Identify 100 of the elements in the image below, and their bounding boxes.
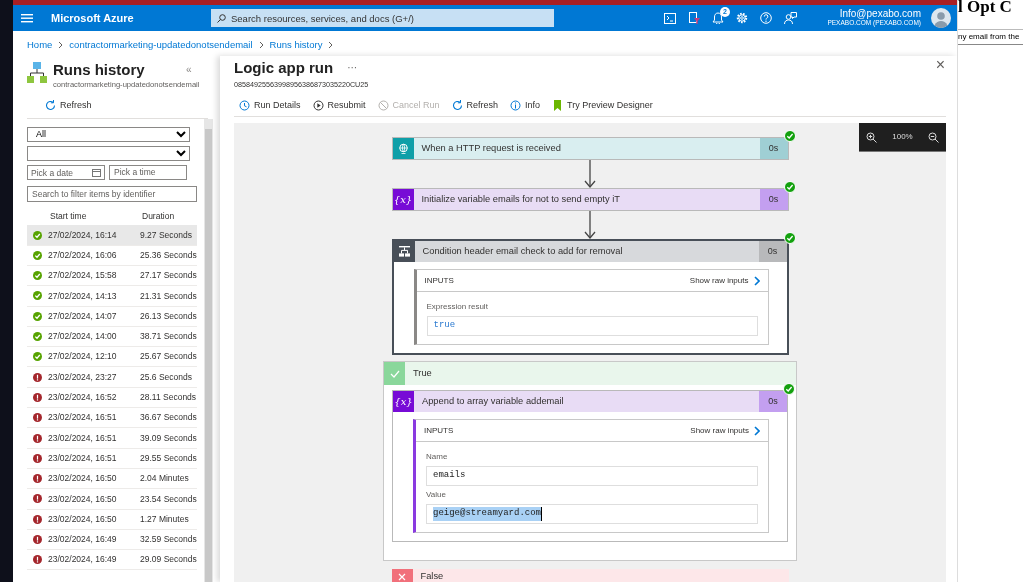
settings-icon[interactable] bbox=[736, 12, 748, 24]
toolbar-button[interactable]: Refresh bbox=[451, 98, 499, 113]
run-row[interactable]: 23/02/2024, 16:49 29.09 Seconds bbox=[27, 550, 197, 571]
bookmark-icon bbox=[552, 99, 564, 111]
duration: 36.67 Seconds bbox=[140, 411, 197, 425]
toolbar-button[interactable]: Resubmit bbox=[312, 98, 366, 113]
show-raw-inputs-link[interactable]: Show raw inputs bbox=[690, 424, 760, 437]
chevron-icon bbox=[753, 275, 760, 286]
value-field[interactable]: emails bbox=[426, 466, 758, 487]
help-icon[interactable] bbox=[760, 12, 772, 24]
zoom-in-icon[interactable] bbox=[866, 131, 878, 143]
value-field[interactable]: geige@streamyard.com bbox=[426, 504, 758, 525]
run-row[interactable]: 27/02/2024, 16:06 25.36 Seconds bbox=[27, 245, 197, 266]
duration-label: 0s bbox=[759, 391, 787, 413]
duration: 29.55 Seconds bbox=[140, 451, 197, 465]
column-header: Duration bbox=[142, 209, 175, 223]
toolbar-button[interactable]: Try Preview Designer bbox=[552, 98, 653, 113]
run-row[interactable]: 23/02/2024, 16:50 23.54 Seconds bbox=[27, 489, 197, 510]
run-row[interactable]: 23/02/2024, 16:51 39.09 Seconds bbox=[27, 428, 197, 449]
search-field[interactable]: Search resources, services, and docs (G+/) bbox=[211, 9, 554, 27]
filter-search-field[interactable]: Search to filter items by identifier bbox=[27, 185, 197, 202]
duration: 1.27 Minutes bbox=[140, 512, 189, 526]
cancel-icon bbox=[377, 99, 389, 111]
run-row[interactable]: 27/02/2024, 14:00 38.71 Seconds bbox=[27, 326, 197, 348]
variable-icon: {x} bbox=[392, 189, 414, 211]
chevron-icon bbox=[258, 41, 264, 50]
action-card[interactable]: {x} Initialize variable emails for not to send empty iT 0s bbox=[391, 188, 789, 212]
start-time: 23/02/2024, 23:27 bbox=[48, 370, 118, 384]
duration: 39.09 Seconds bbox=[140, 431, 197, 445]
brand-name[interactable]: Microsoft Azure bbox=[51, 9, 201, 27]
zoom-level: 100% bbox=[892, 131, 913, 144]
action-title: Condition header email check to add for removal bbox=[421, 244, 624, 258]
run-row[interactable]: 23/02/2024, 16:49 32.59 Seconds bbox=[27, 529, 197, 551]
branch-label: False bbox=[419, 570, 445, 582]
cloud-shell-icon[interactable] bbox=[664, 12, 676, 24]
cross-icon bbox=[398, 573, 406, 582]
notifications-icon[interactable] bbox=[712, 12, 724, 24]
action-card[interactable]: {x} Append to array variable addemail 0s INPUTS Show raw inputs Name emails Value geige@streamyard.com bbox=[392, 390, 788, 543]
date-field[interactable]: Pick a date bbox=[27, 165, 105, 181]
value-field[interactable]: true bbox=[426, 316, 758, 337]
toolbar-button[interactable]: Run Details bbox=[239, 98, 301, 113]
chevron-icon bbox=[328, 41, 334, 50]
run-row[interactable]: 27/02/2024, 15:58 27.17 Seconds bbox=[27, 266, 197, 287]
field-label: Name bbox=[426, 451, 449, 464]
close-button[interactable]: × bbox=[935, 57, 945, 74]
branch-header[interactable]: True bbox=[384, 362, 796, 386]
more-button[interactable]: ··· bbox=[347, 60, 358, 76]
duration: 26.13 Seconds bbox=[140, 309, 197, 323]
collapse-button[interactable]: « bbox=[185, 62, 192, 78]
run-row[interactable]: 27/02/2024, 12:10 25.67 Seconds bbox=[27, 347, 197, 368]
refresh-button[interactable]: Refresh bbox=[45, 99, 92, 113]
run-row[interactable]: 23/02/2024, 16:50 1.27 Minutes bbox=[27, 509, 197, 530]
duration-label: 0s bbox=[759, 138, 788, 160]
inputs-heading: INPUTS bbox=[424, 274, 454, 287]
action-header[interactable]: Condition header email check to add for removal 0s bbox=[393, 241, 787, 263]
filter-dropdown[interactable] bbox=[27, 145, 190, 161]
resubmit-icon bbox=[312, 99, 324, 111]
action-title: Append to array variable addemail bbox=[421, 394, 565, 408]
breadcrumb-link[interactable]: Runs history bbox=[269, 38, 323, 53]
branch-header[interactable]: False bbox=[391, 569, 789, 582]
run-row[interactable]: 23/02/2024, 16:52 28.11 Seconds bbox=[27, 387, 197, 409]
zoom-out-icon[interactable] bbox=[927, 131, 939, 143]
action-header[interactable]: {x} Append to array variable addemail 0s bbox=[393, 391, 787, 413]
duration: 23.54 Seconds bbox=[140, 492, 197, 506]
breadcrumb-link[interactable]: contractormarketing-updatedonotsendemail bbox=[69, 38, 253, 53]
directory-filter-icon[interactable] bbox=[688, 12, 700, 24]
duration-label: 0s bbox=[759, 189, 788, 211]
action-card[interactable]: When a HTTP request is received 0s bbox=[391, 137, 789, 161]
start-time: 27/02/2024, 14:00 bbox=[48, 330, 118, 343]
breadcrumb-link[interactable]: Home bbox=[27, 38, 53, 53]
run-row[interactable]: 23/02/2024, 23:27 25.6 Seconds bbox=[27, 367, 197, 388]
status-filter[interactable]: All bbox=[27, 126, 190, 142]
run-row[interactable]: 27/02/2024, 16:14 9.27 Seconds bbox=[27, 225, 197, 246]
duration: 32.59 Seconds bbox=[140, 533, 197, 546]
run-row[interactable]: 27/02/2024, 14:13 21.31 Seconds bbox=[27, 286, 197, 307]
avatar[interactable] bbox=[931, 8, 951, 28]
clock-icon bbox=[239, 99, 250, 111]
run-row[interactable]: 23/02/2024, 16:51 29.55 Seconds bbox=[27, 448, 197, 469]
duration: 2.04 Minutes bbox=[140, 472, 189, 485]
start-time: 27/02/2024, 12:10 bbox=[48, 350, 118, 364]
run-row[interactable]: 23/02/2024, 16:51 36.67 Seconds bbox=[27, 408, 197, 429]
run-row[interactable]: 27/02/2024, 14:07 26.13 Seconds bbox=[27, 306, 197, 327]
show-raw-inputs-link[interactable]: Show raw inputs bbox=[689, 274, 760, 287]
time-field[interactable]: Pick a time bbox=[109, 164, 187, 180]
menu-icon[interactable] bbox=[21, 13, 33, 23]
scrollbar[interactable] bbox=[204, 118, 213, 582]
start-time: 27/02/2024, 14:07 bbox=[48, 309, 118, 323]
toolbar-button[interactable]: Info bbox=[510, 98, 541, 113]
action-card[interactable]: Condition header email check to add for removal 0s INPUTS Show raw inputs Expression result true bbox=[391, 239, 789, 356]
run-row[interactable]: 23/02/2024, 16:50 2.04 Minutes bbox=[27, 468, 197, 490]
duration: 25.36 Seconds bbox=[140, 248, 197, 262]
refresh-icon bbox=[451, 99, 463, 111]
page-text: ny email from the bbox=[958, 29, 1023, 45]
feedback-icon[interactable] bbox=[784, 12, 797, 24]
start-time: 23/02/2024, 16:50 bbox=[48, 472, 118, 485]
condition-icon bbox=[398, 246, 410, 258]
start-time: 27/02/2024, 14:13 bbox=[48, 289, 118, 303]
calendar-icon bbox=[92, 167, 101, 177]
duration-label: 0s bbox=[758, 241, 787, 263]
account-email[interactable]: Info@pexabo.com bbox=[827, 9, 921, 20]
